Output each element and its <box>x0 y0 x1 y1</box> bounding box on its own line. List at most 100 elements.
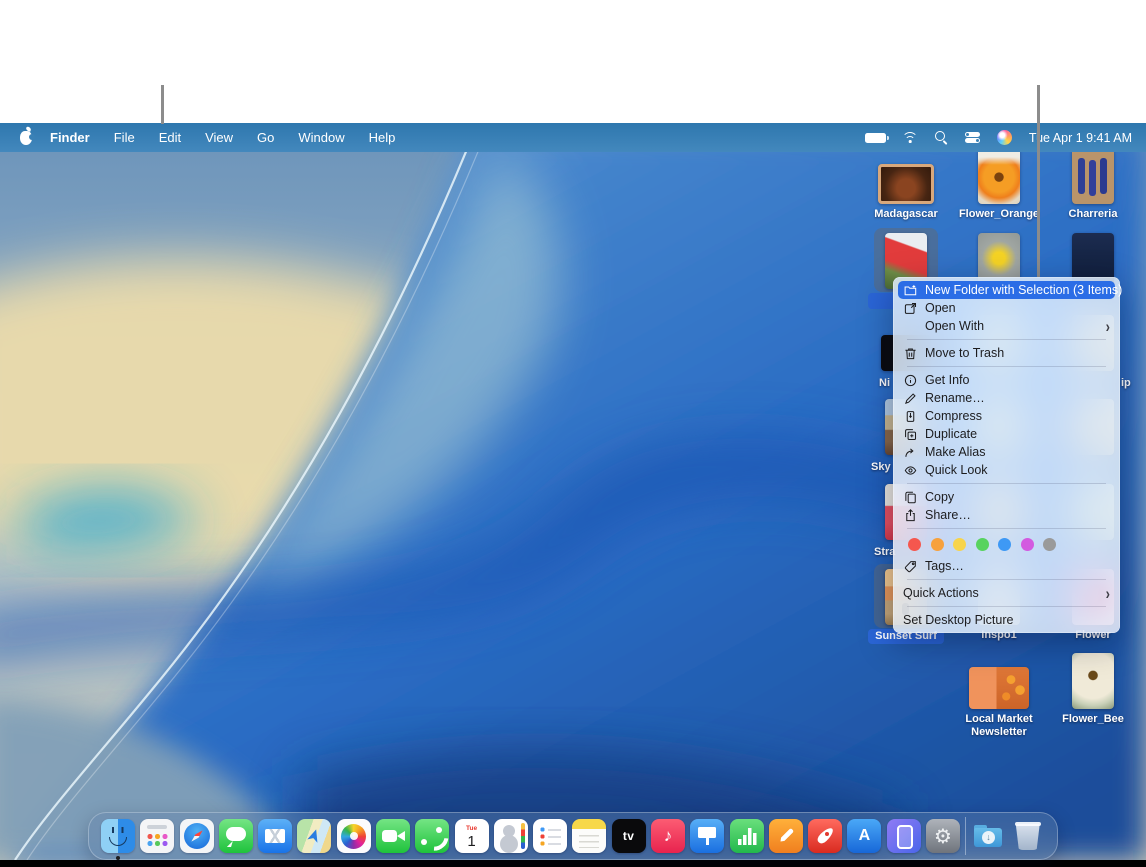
calendar-day: 1 <box>467 833 475 850</box>
control-center-icon[interactable] <box>965 132 980 143</box>
dock-tv-icon[interactable]: tv <box>612 819 646 853</box>
screen: Finder FileEditViewGoWindowHelp Tue Apr … <box>0 0 1146 867</box>
tag-color-dot[interactable] <box>998 538 1011 551</box>
file-label-partial: Sky <box>871 461 891 473</box>
menu-bar-items: FileEditViewGoWindowHelp <box>102 123 408 152</box>
dock-finder-icon[interactable] <box>101 819 135 853</box>
dock-keynote-icon[interactable] <box>690 819 724 853</box>
file-label[interactable]: Flower_Orange <box>959 208 1039 221</box>
menu-item-tags[interactable]: Tags… <box>898 557 1115 575</box>
dock-phone-icon[interactable] <box>415 819 449 853</box>
dock-rocket-icon[interactable] <box>808 819 842 853</box>
menu-item-make-alias[interactable]: Make Alias <box>898 443 1115 461</box>
desktop-icon-madagascar[interactable]: Madagascar <box>854 146 958 221</box>
dock-facetime-icon[interactable] <box>376 819 410 853</box>
menu-separator <box>907 528 1106 529</box>
app-menu-finder[interactable]: Finder <box>38 123 102 152</box>
dock-trash-icon[interactable] <box>1011 819 1045 853</box>
file-thumbnail[interactable] <box>1072 653 1114 709</box>
file-label[interactable]: Local Market Newsletter <box>949 713 1049 738</box>
menu-item-label: Make Alias <box>925 445 985 459</box>
menu-bar-item-view[interactable]: View <box>193 123 245 152</box>
tag-color-dot[interactable] <box>976 538 989 551</box>
tag-color-dot[interactable] <box>908 538 921 551</box>
file-thumbnail[interactable] <box>978 148 1020 204</box>
tag-color-dot[interactable] <box>1021 538 1034 551</box>
menu-item-rename[interactable]: Rename… <box>898 389 1115 407</box>
dock-calendar-icon[interactable]: Tue1 <box>455 819 489 853</box>
dock-iphone-mirroring-icon[interactable] <box>887 819 921 853</box>
bottom-strip <box>0 860 1146 867</box>
wifi-icon[interactable] <box>903 132 918 143</box>
dock-mail-icon[interactable] <box>258 819 292 853</box>
dock: Tue1 tv♪ A ⚙ <box>88 812 1058 860</box>
menu-bar-item-edit[interactable]: Edit <box>147 123 193 152</box>
tag-color-dot[interactable] <box>931 538 944 551</box>
dock-settings-icon[interactable]: ⚙ <box>926 819 960 853</box>
file-label[interactable]: Flower_Bee <box>1062 713 1124 726</box>
desktop-icon-local-market-newsletter[interactable]: Local Market Newsletter <box>947 651 1051 738</box>
menu-item-get-info[interactable]: Get Info <box>898 371 1115 389</box>
menu-item-new-folder-with-selection-3-items[interactable]: New Folder with Selection (3 Items) <box>898 281 1115 299</box>
search-icon[interactable] <box>935 131 948 144</box>
menu-item-compress[interactable]: Compress <box>898 407 1115 425</box>
siri-icon[interactable] <box>997 130 1012 145</box>
quicklook-icon <box>903 463 918 477</box>
dock-downloads-icon[interactable] <box>971 819 1005 853</box>
menu-item-open-with[interactable]: Open With› <box>898 317 1115 335</box>
file-label[interactable]: Madagascar <box>874 208 938 221</box>
file-label-partial: ip <box>1121 377 1131 389</box>
file-thumbnail[interactable] <box>1072 148 1114 204</box>
menu-item-quick-look[interactable]: Quick Look <box>898 461 1115 479</box>
desktop-icon-charreria[interactable]: Charreria <box>1041 146 1145 221</box>
downloads-glyph <box>974 828 1002 847</box>
menu-item-label: Duplicate <box>925 427 977 441</box>
menu-item-label: Quick Actions <box>903 586 979 600</box>
menu-item-duplicate[interactable]: Duplicate <box>898 425 1115 443</box>
dock-app-store-icon[interactable]: A <box>847 819 881 853</box>
file-label[interactable]: Charreria <box>1069 208 1118 221</box>
alias-icon <box>903 445 918 459</box>
menu-item-label: Set Desktop Picture <box>903 613 1013 627</box>
dock-reminders-icon[interactable] <box>533 819 567 853</box>
dock-photos-icon[interactable] <box>337 819 371 853</box>
desktop-icon-flower-orange[interactable]: Flower_Orange <box>947 146 1051 221</box>
tag-color-dot[interactable] <box>953 538 966 551</box>
menu-item-quick-actions[interactable]: Quick Actions› <box>898 584 1115 602</box>
dock-numbers-icon[interactable] <box>730 819 764 853</box>
menu-bar-item-help[interactable]: Help <box>357 123 408 152</box>
menu-separator <box>907 339 1106 340</box>
file-thumbnail-wrap <box>1072 651 1114 709</box>
dock-safari-icon[interactable] <box>180 819 214 853</box>
copy-icon <box>903 490 918 504</box>
menu-item-move-to-trash[interactable]: Move to Trash <box>898 344 1115 362</box>
app-store-glyph: A <box>859 827 871 845</box>
menu-item-set-desktop-picture[interactable]: Set Desktop Picture <box>898 611 1115 629</box>
file-thumbnail[interactable] <box>969 667 1029 709</box>
dock-messages-icon[interactable] <box>219 819 253 853</box>
chevron-right-icon: › <box>1106 317 1110 336</box>
dock-contacts-icon[interactable] <box>494 819 528 853</box>
file-thumbnail[interactable] <box>878 164 934 204</box>
dock-notes-icon[interactable] <box>572 819 606 853</box>
menu-bar-item-file[interactable]: File <box>102 123 147 152</box>
menu-bar-clock[interactable]: Tue Apr 1 9:41 AM <box>1029 131 1132 145</box>
tag-color-dot[interactable] <box>1043 538 1056 551</box>
battery-icon[interactable] <box>865 133 886 143</box>
menu-item-share[interactable]: Share… <box>898 506 1115 524</box>
menu-item-label: Copy <box>925 490 954 504</box>
apple-menu-icon[interactable] <box>20 131 32 145</box>
share-icon <box>903 508 918 522</box>
dock-music-icon[interactable]: ♪ <box>651 819 685 853</box>
dock-pages-icon[interactable] <box>769 819 803 853</box>
menu-item-copy[interactable]: Copy <box>898 488 1115 506</box>
dock-maps-icon[interactable] <box>297 819 331 853</box>
callout-line-left <box>161 85 164 124</box>
menu-bar-item-go[interactable]: Go <box>245 123 286 152</box>
info-icon <box>903 373 918 387</box>
menu-bar-item-window[interactable]: Window <box>286 123 356 152</box>
desktop-icon-flower-bee[interactable]: Flower_Bee <box>1041 651 1145 726</box>
file-thumbnail-wrap <box>878 146 934 204</box>
dock-launchpad-icon[interactable] <box>140 819 174 853</box>
menu-item-open[interactable]: Open <box>898 299 1115 317</box>
